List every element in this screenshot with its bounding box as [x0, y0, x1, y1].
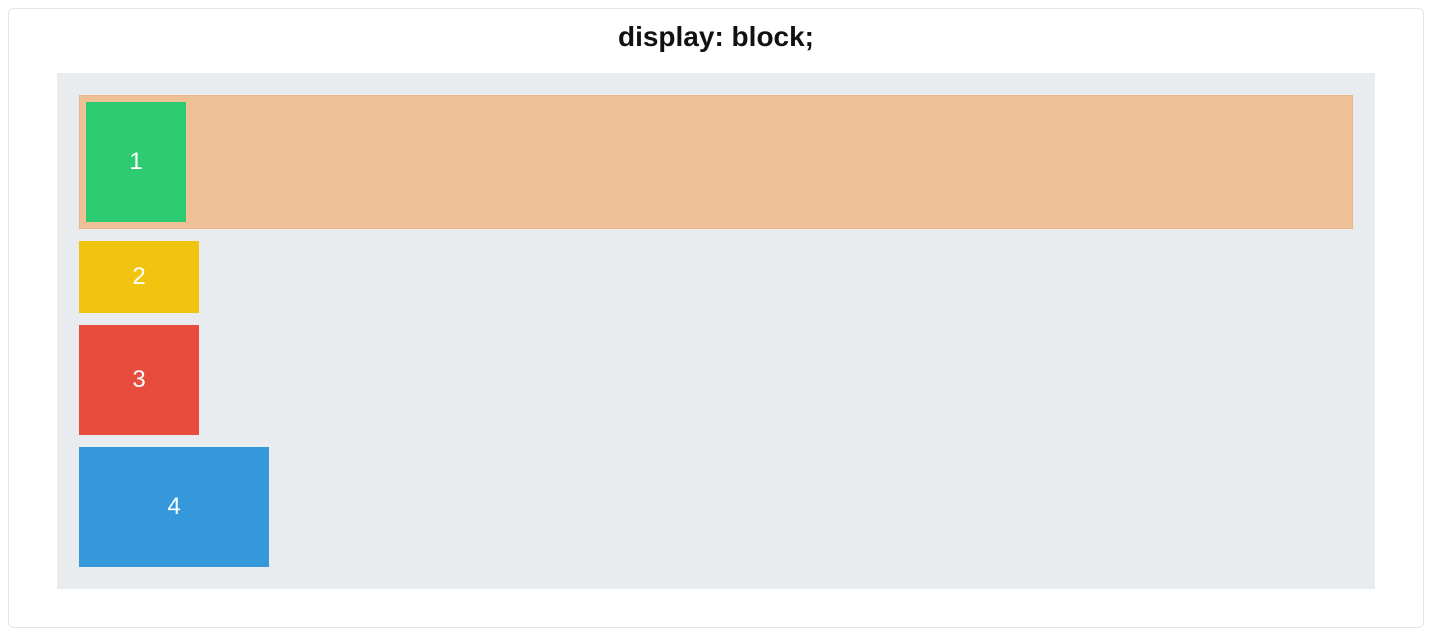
block-row: 4	[79, 447, 1353, 567]
block-row: 2	[79, 241, 1353, 313]
block-row: 3	[79, 325, 1353, 435]
box-4: 4	[79, 447, 269, 567]
diagram-title: display: block;	[57, 9, 1375, 73]
box-3: 3	[79, 325, 199, 435]
diagram-container: display: block; 1 2 3 4	[8, 8, 1424, 628]
block-row-highlighted: 1	[79, 95, 1353, 229]
box-1: 1	[86, 102, 186, 222]
box-2: 2	[79, 241, 199, 313]
diagram-stage: 1 2 3 4	[57, 73, 1375, 589]
